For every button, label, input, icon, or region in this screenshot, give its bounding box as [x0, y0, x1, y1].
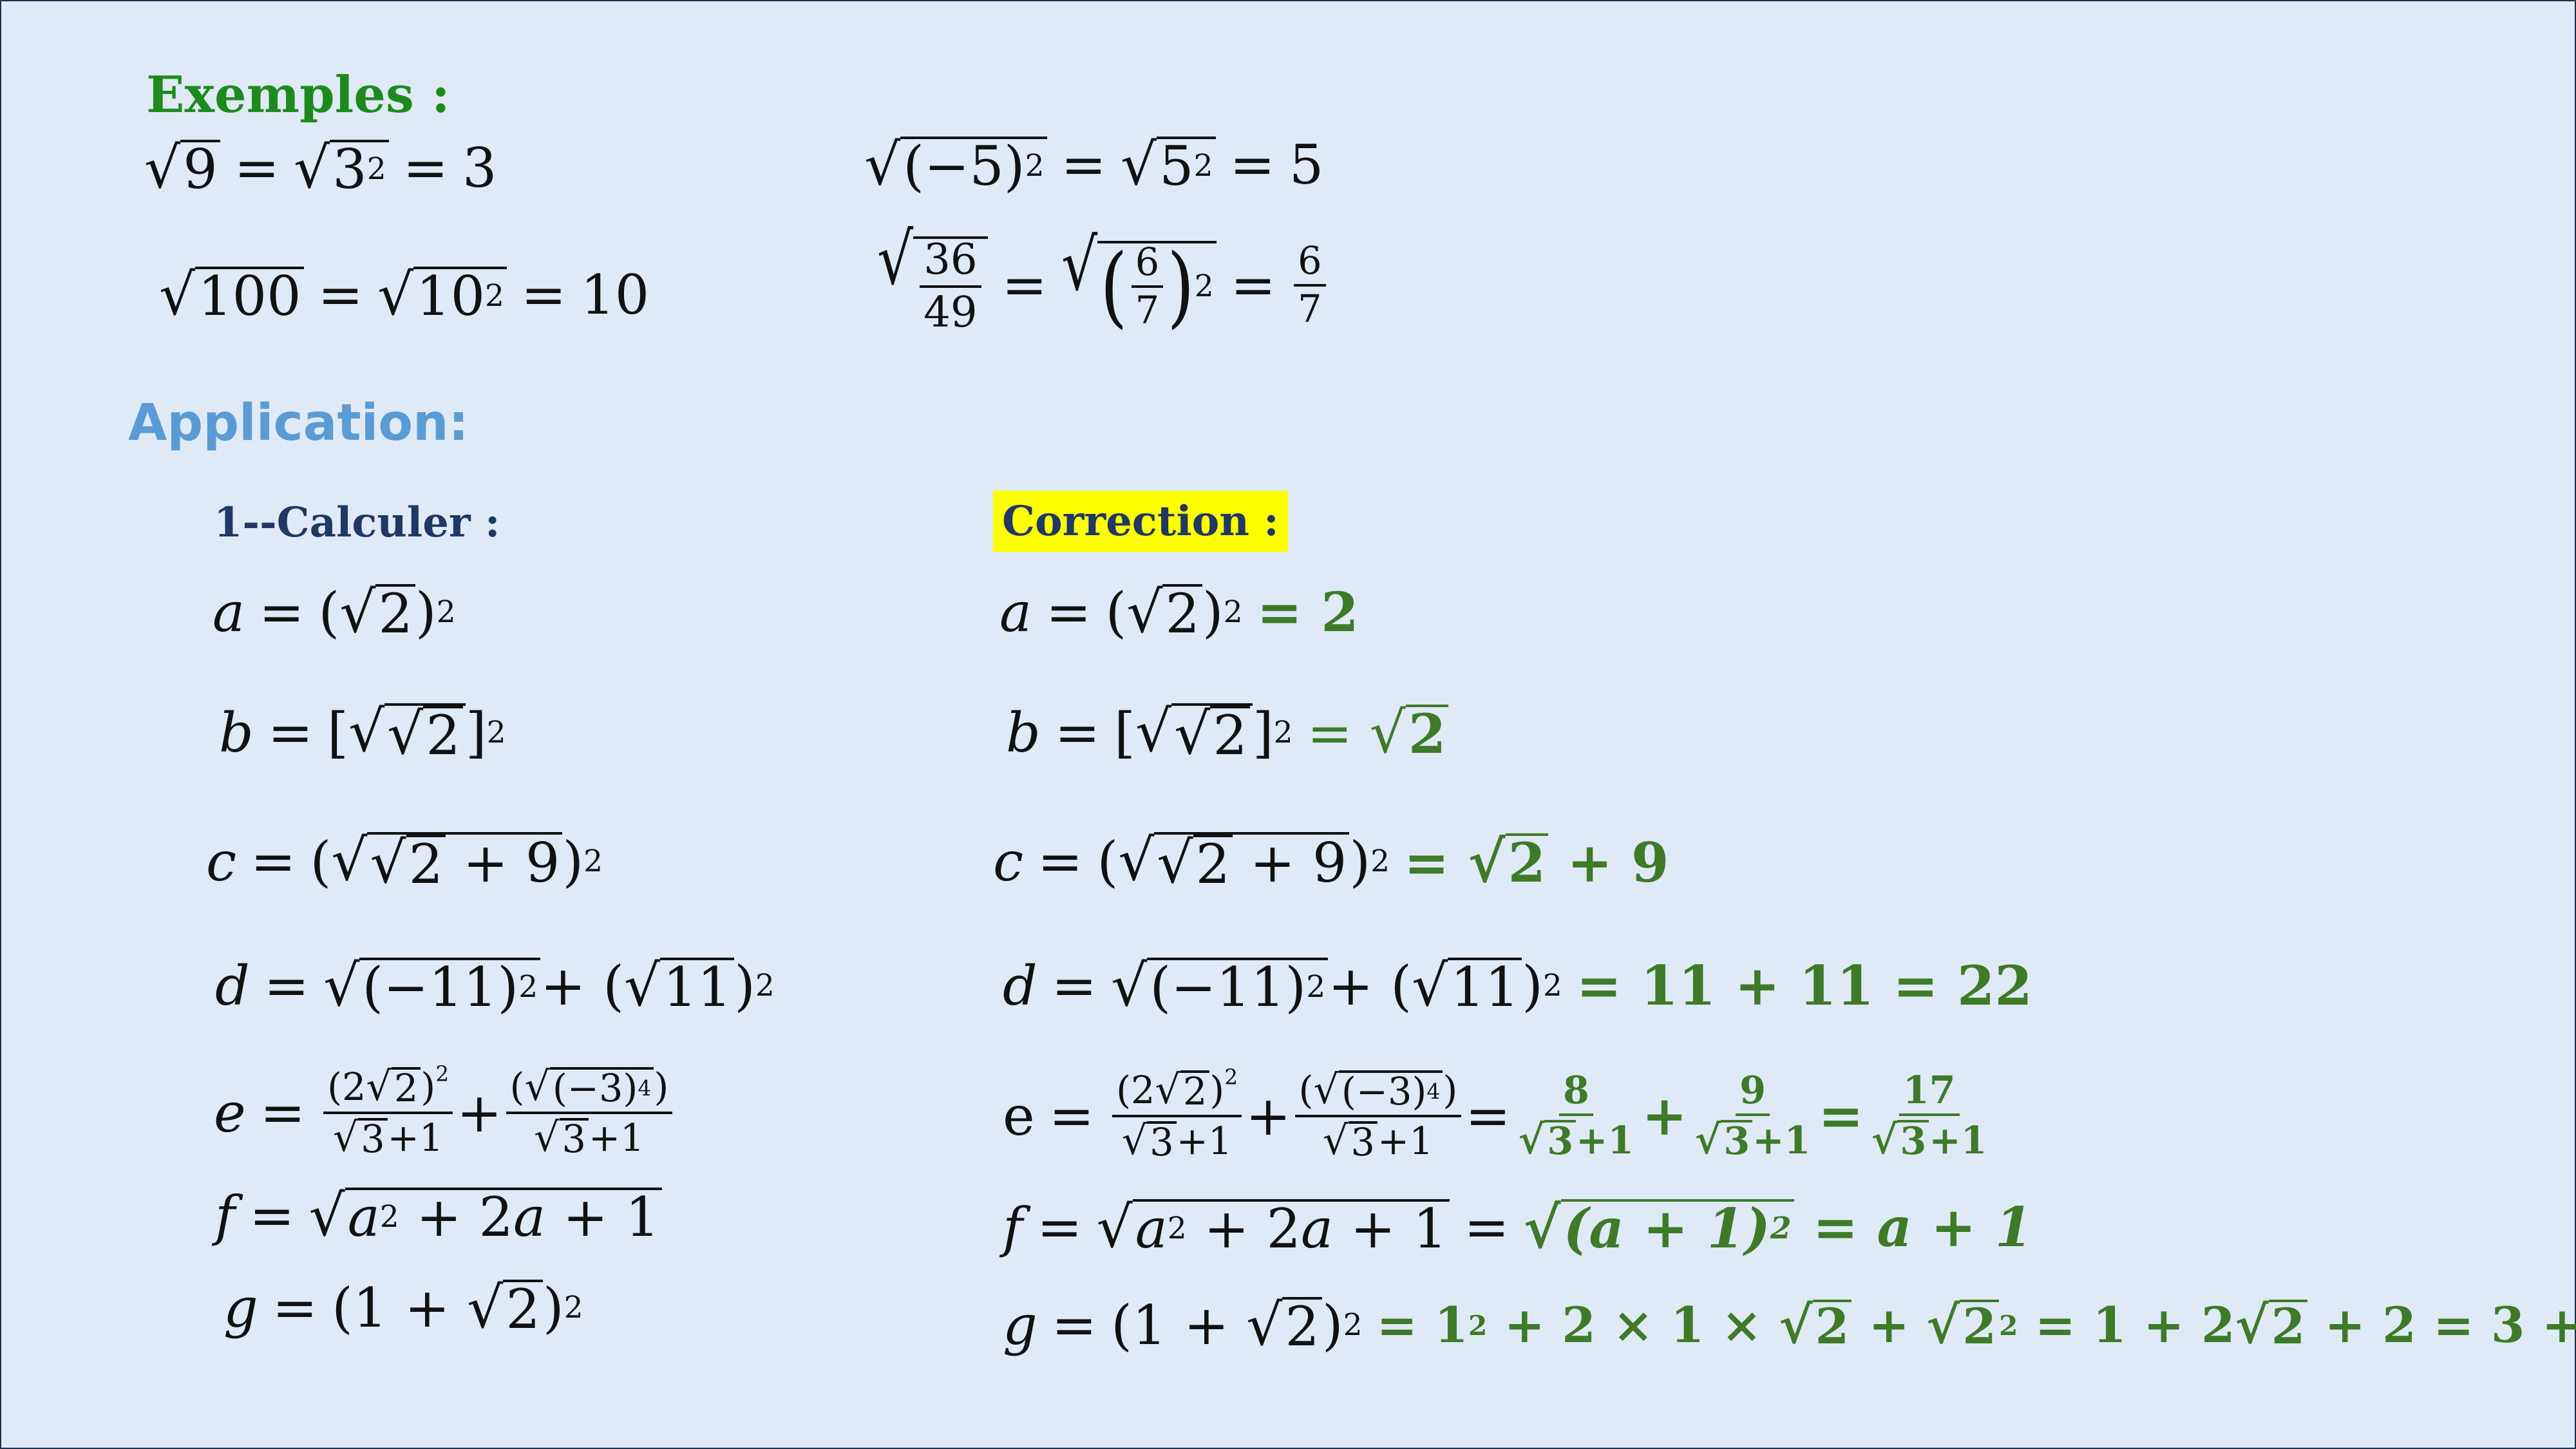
correction-b: b =[√ √ 2] 2 = √ 2 [1006, 703, 1449, 762]
example-sqrt-100: √ 100 = √ 10 2 = 10 [159, 261, 650, 328]
exercise-a: a =(√ 2) 2 [213, 579, 456, 646]
examples-heading: Exemples : [146, 66, 450, 124]
exercise-b: b =[√ √ 2] 2 [219, 698, 506, 768]
correction-f: f = √ a 2 + 2a + 1 = √ (a + 1) 2 = a + 1 [1003, 1194, 2033, 1261]
example-sqrt-minus5: √ (−5) 2 = √ 5 2 = 5 [864, 131, 1324, 198]
exercise-f: f = √ a 2 + 2a + 1 [215, 1187, 663, 1244]
slide: Exemples : Application: 1--Calculer : Co… [0, 0, 2576, 1449]
example-sqrt-fraction: √ 36 49 = √(6 7) 2 = 67 [877, 223, 1330, 334]
correction-e: e = (2 √ 2)2 √ 3 +1 + (√ (−3) 4) √ 3 +1 = 8 √ 3 +1 + 9 √ 3 +… [1003, 1064, 1987, 1164]
example-sqrt-9: √ 9 = √ 3 2 = 3 [144, 135, 497, 202]
exercise-c: c =(√ √ 2 + 9) 2 [206, 827, 603, 896]
correction-heading: Correction : [993, 491, 1288, 552]
correction-d: d = √ (−11) 2 + (√ 11) 2 = 11 + 11 = 22 [1003, 952, 2032, 1019]
application-heading: Application: [128, 394, 469, 452]
exercise-g: g = (1 + √ 2) 2 [223, 1274, 583, 1341]
correction-c: c =(√ √ 2 + 9) 2 = √ 2 + 9 [993, 827, 1669, 896]
exercise-d: d = √ (−11) 2 + (√ 11) 2 [215, 952, 775, 1019]
correction-a: a =(√ 2) 2 = 2 [999, 579, 1359, 646]
correction-g: g = (1 + √ 2) 2 = 12 + 2 × 1 × √ 2 + √ 2 2 = 1 … [1003, 1292, 2576, 1359]
exercise-e: e = (2 √ 2)2 √ 3 +1 + (√ (−3) 4) √ 3 +1 [214, 1063, 676, 1159]
calculate-heading: 1--Calculer : [214, 498, 500, 547]
